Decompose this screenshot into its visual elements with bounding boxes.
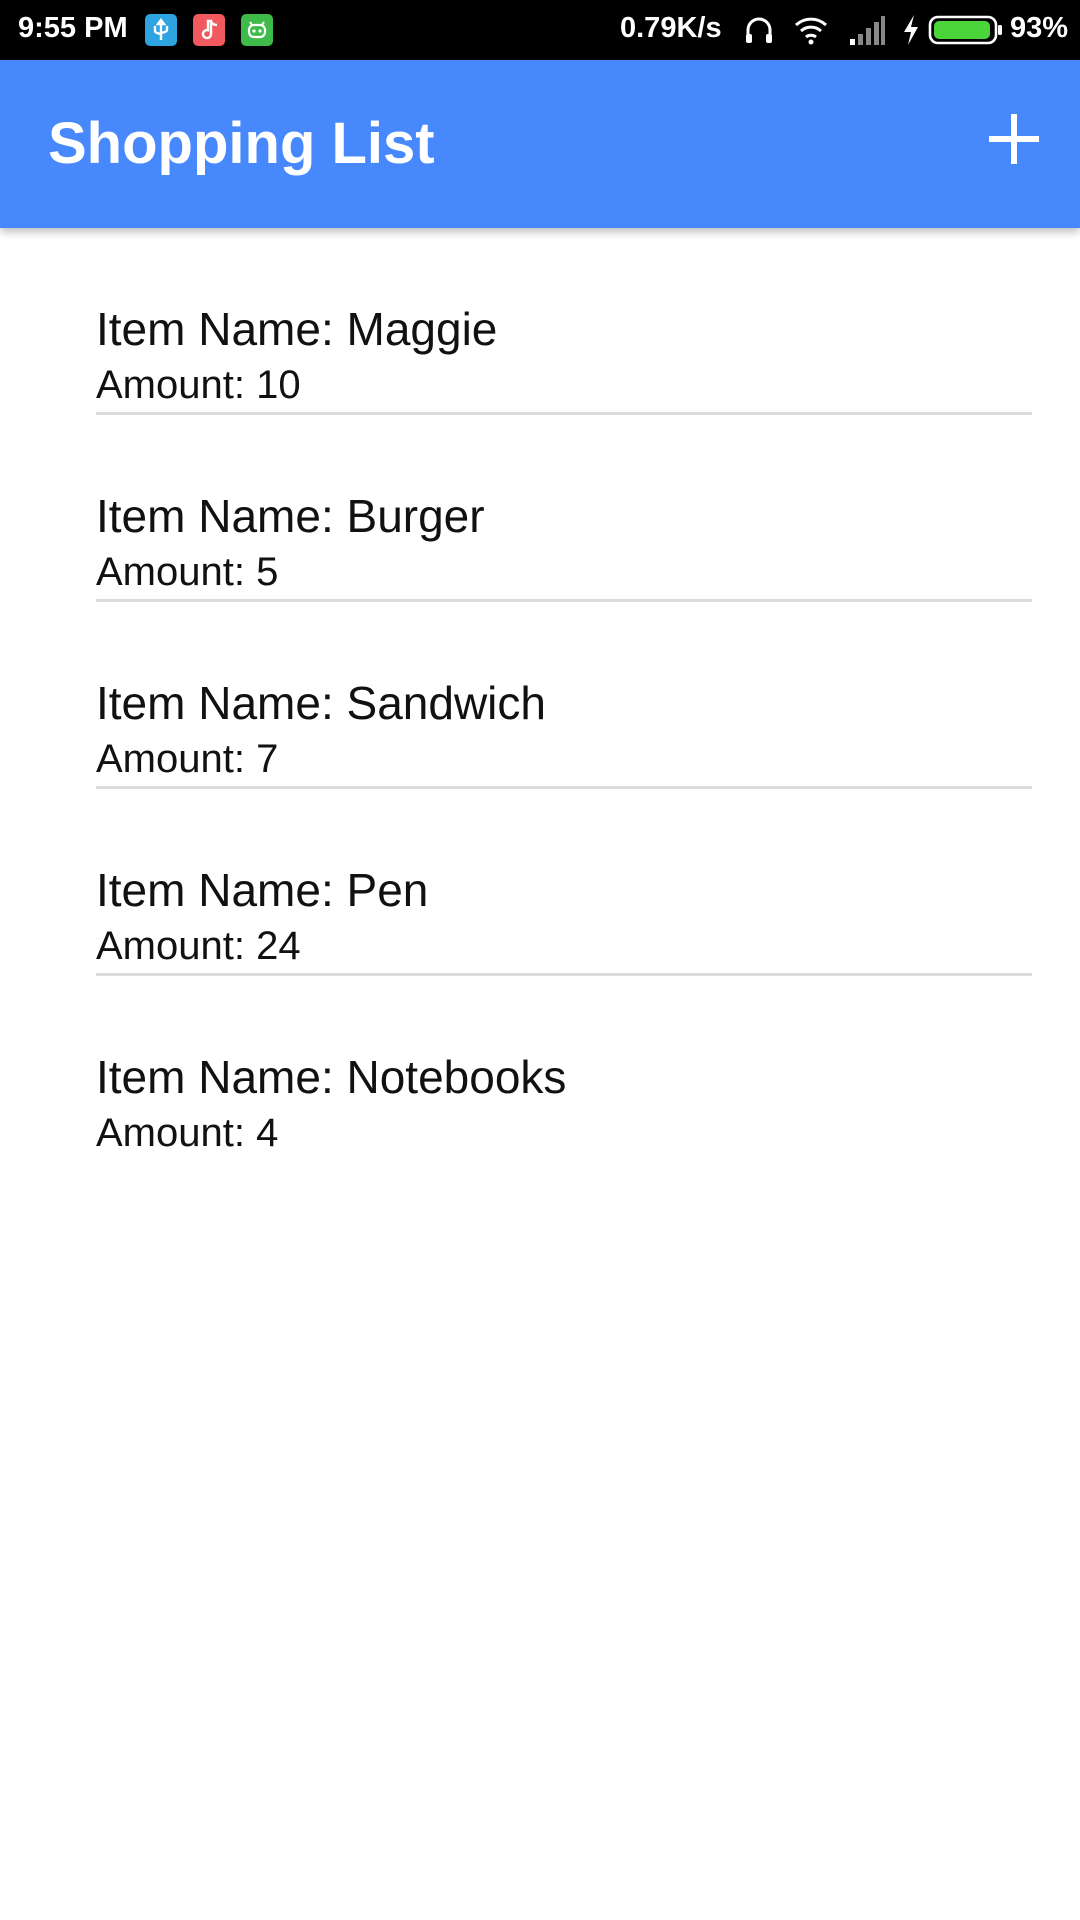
list-item[interactable]: Item Name: Burger Amount: 5 — [96, 415, 1032, 602]
network-speed: 0.79K/s — [620, 12, 722, 44]
item-amount: Amount: 4 — [96, 1111, 279, 1155]
list-item[interactable]: Item Name: Notebooks Amount: 4 — [96, 976, 1032, 1163]
list-item[interactable]: Item Name: Maggie Amount: 10 — [96, 228, 1032, 415]
item-name: Item Name: Notebooks — [96, 1051, 567, 1103]
headphones-icon — [742, 13, 776, 55]
app-title: Shopping List — [48, 111, 435, 176]
item-name: Item Name: Sandwich — [96, 677, 546, 729]
status-bar: 9:55 PM 0.79K/s 93% — [0, 0, 1080, 60]
signal-icon — [848, 13, 886, 55]
app-bar: Shopping List — [0, 60, 1080, 228]
music-app-icon — [193, 14, 225, 46]
list-item[interactable]: Item Name: Sandwich Amount: 7 — [96, 602, 1032, 789]
usb-icon — [145, 14, 177, 46]
battery-icon — [928, 13, 1004, 55]
battery-percentage: 93% — [1010, 12, 1069, 44]
item-name: Item Name: Maggie — [96, 303, 498, 355]
shopping-list: Item Name: Maggie Amount: 10 Item Name: … — [96, 228, 1032, 1163]
plus-icon — [989, 114, 1039, 164]
item-name: Item Name: Pen — [96, 864, 429, 916]
wifi-icon — [793, 13, 829, 55]
charging-icon — [900, 13, 922, 55]
list-item[interactable]: Item Name: Pen Amount: 24 — [96, 789, 1032, 976]
item-name: Item Name: Burger — [96, 490, 485, 542]
status-time: 9:55 PM — [18, 12, 128, 44]
item-amount: Amount: 10 — [96, 363, 301, 407]
android-app-icon — [241, 14, 273, 46]
add-item-button[interactable] — [985, 110, 1045, 170]
item-amount: Amount: 7 — [96, 737, 279, 781]
item-amount: Amount: 24 — [96, 924, 301, 968]
item-amount: Amount: 5 — [96, 550, 279, 594]
